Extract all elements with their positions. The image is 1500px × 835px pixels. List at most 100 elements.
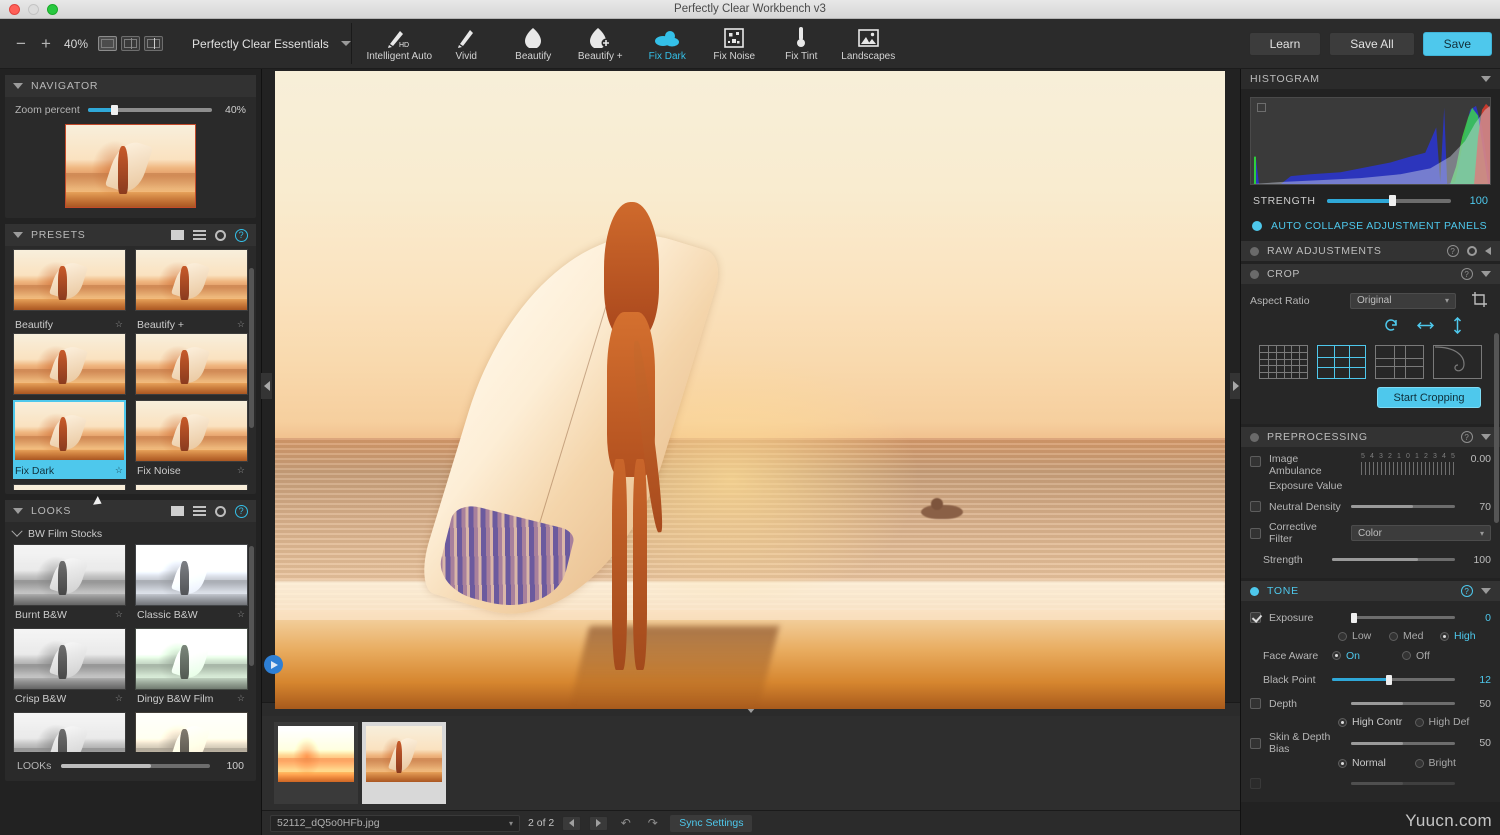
zoom-percent-slider[interactable]	[88, 108, 212, 112]
look-item[interactable]: Crisp B&W☆	[13, 628, 126, 707]
preset-group-selector[interactable]: Perfectly Clear Essentials	[192, 37, 351, 51]
preset-thumbnail[interactable]	[135, 333, 248, 395]
exposure-slider[interactable]	[1351, 616, 1455, 619]
neutral-density-checkbox[interactable]	[1250, 501, 1261, 512]
histogram-clip-indicator[interactable]	[1257, 103, 1266, 112]
gear-icon[interactable]	[1467, 246, 1477, 256]
looks-scrollbar[interactable]	[249, 546, 254, 666]
face-aware-off[interactable]: Off	[1402, 650, 1464, 662]
previous-image-button[interactable]	[562, 816, 581, 831]
split-view-icon[interactable]	[121, 36, 140, 51]
main-photo[interactable]	[275, 71, 1225, 709]
preset-thumbnail[interactable]	[135, 400, 248, 462]
look-thumbnail[interactable]	[135, 628, 248, 690]
favorite-star-icon[interactable]: ☆	[237, 693, 248, 704]
tool-vivid[interactable]: Vivid	[433, 19, 500, 68]
tone-header[interactable]: TONE ?	[1241, 581, 1500, 601]
preprocessing-header[interactable]: PREPROCESSING ?	[1241, 427, 1500, 447]
depth-mode-high-def[interactable]: High Def	[1415, 716, 1492, 728]
preset-thumbnail[interactable]	[13, 249, 126, 311]
neutral-density-slider[interactable]	[1351, 505, 1455, 508]
depth-checkbox[interactable]	[1250, 698, 1261, 709]
favorite-star-icon[interactable]: ☆	[237, 609, 248, 620]
look-thumbnail[interactable]	[13, 628, 126, 690]
strength-slider[interactable]	[1327, 199, 1451, 203]
depth-mode-high-contrast[interactable]: High Contr	[1338, 716, 1415, 728]
looks-header[interactable]: LOOKS ?	[5, 500, 256, 522]
look-item[interactable]: Classic B&W☆	[135, 544, 248, 623]
crop-header[interactable]: CROP ?	[1241, 264, 1500, 284]
help-icon[interactable]: ?	[235, 505, 248, 518]
grid-view-icon[interactable]	[171, 230, 184, 240]
favorite-star-icon[interactable]: ☆	[115, 609, 126, 620]
presets-scrollbar[interactable]	[249, 268, 254, 428]
look-thumbnail[interactable]	[13, 712, 126, 752]
skin-mode-normal[interactable]: Normal	[1338, 757, 1415, 769]
crop-tool-icon[interactable]	[1471, 291, 1488, 311]
favorite-star-icon[interactable]: ☆	[115, 693, 126, 704]
minimize-window-button[interactable]	[28, 4, 39, 15]
triangle-down-icon[interactable]	[1481, 271, 1491, 277]
beach-group-thumbnail[interactable]	[278, 726, 354, 782]
black-point-slider[interactable]	[1332, 678, 1455, 681]
looks-strength-slider[interactable]	[61, 764, 210, 768]
exposure-mode-med[interactable]: Med	[1389, 630, 1440, 642]
chevron-down-icon[interactable]	[11, 526, 22, 537]
tool-fix-tint[interactable]: Fix Tint	[768, 19, 835, 68]
gear-icon[interactable]	[215, 230, 226, 241]
exposure-mode-high[interactable]: High	[1440, 630, 1491, 642]
undo-button[interactable]: ↶	[616, 816, 635, 831]
section-toggle-dot[interactable]	[1250, 433, 1259, 442]
window-controls[interactable]	[0, 4, 58, 15]
look-thumbnail[interactable]	[135, 712, 248, 752]
histogram-header[interactable]: HISTOGRAM	[1241, 69, 1500, 89]
save-all-button[interactable]: Save All	[1329, 32, 1414, 56]
triangle-left-icon[interactable]	[1485, 247, 1491, 255]
filmstrip[interactable]	[262, 716, 1240, 810]
surfer-sunset-thumbnail[interactable]	[366, 726, 442, 782]
fine-grid-icon[interactable]	[1259, 345, 1308, 379]
close-window-button[interactable]	[9, 4, 20, 15]
tool-fix-noise[interactable]: Fix Noise	[701, 19, 768, 68]
skin-depth-bias-slider[interactable]	[1351, 742, 1455, 745]
auto-collapse-toggle[interactable]: AUTO COLLAPSE ADJUSTMENT PANELS	[1241, 213, 1500, 241]
list-view-icon[interactable]	[193, 506, 206, 516]
triangle-down-icon[interactable]	[1481, 434, 1491, 440]
triangle-down-icon[interactable]	[13, 232, 23, 238]
preset-item[interactable]	[135, 484, 248, 490]
corrective-filter-select[interactable]: Color ▾	[1351, 525, 1491, 541]
preset-item[interactable]	[13, 484, 126, 490]
tool-beautify-plus[interactable]: Beautify +	[567, 19, 634, 68]
right-panel-scrollbar[interactable]	[1494, 333, 1499, 523]
spiral-grid-icon[interactable]	[1433, 345, 1482, 379]
partial-row-slider[interactable]	[1351, 782, 1455, 785]
preset-item[interactable]: Fix Noise☆	[135, 400, 248, 479]
help-icon[interactable]: ?	[1461, 585, 1473, 597]
save-button[interactable]: Save	[1423, 32, 1492, 56]
thirds-grid-icon[interactable]	[1317, 345, 1366, 379]
list-view-icon[interactable]	[193, 230, 206, 240]
face-aware-on[interactable]: On	[1332, 650, 1394, 662]
corrective-filter-checkbox[interactable]	[1250, 528, 1261, 539]
preset-item[interactable]: Beautify +☆	[135, 316, 248, 395]
preprocessing-strength-slider[interactable]	[1332, 558, 1455, 561]
triangle-down-icon[interactable]	[1481, 588, 1491, 594]
before-after-toggle[interactable]	[264, 655, 283, 674]
help-icon[interactable]: ?	[235, 229, 248, 242]
section-toggle-dot[interactable]	[1250, 587, 1259, 596]
presets-header[interactable]: PRESETS ?	[5, 224, 256, 246]
gear-icon[interactable]	[215, 506, 226, 517]
redo-button[interactable]: ↷	[643, 816, 662, 831]
favorite-star-icon[interactable]: ☆	[237, 465, 248, 476]
navigator-preview[interactable]	[5, 120, 256, 218]
tool-landscapes[interactable]: Landscapes	[835, 19, 902, 68]
next-image-button[interactable]	[589, 816, 608, 831]
chevron-down-icon[interactable]: ▾	[509, 819, 513, 828]
look-item[interactable]	[135, 712, 248, 752]
compare-view-icon[interactable]	[144, 36, 163, 51]
start-cropping-button[interactable]: Start Cropping	[1377, 387, 1481, 408]
zoom-out-button[interactable]: −	[10, 33, 32, 55]
depth-slider[interactable]	[1351, 702, 1455, 705]
preset-thumbnail[interactable]	[135, 484, 248, 490]
triangle-down-icon[interactable]	[1481, 76, 1491, 82]
